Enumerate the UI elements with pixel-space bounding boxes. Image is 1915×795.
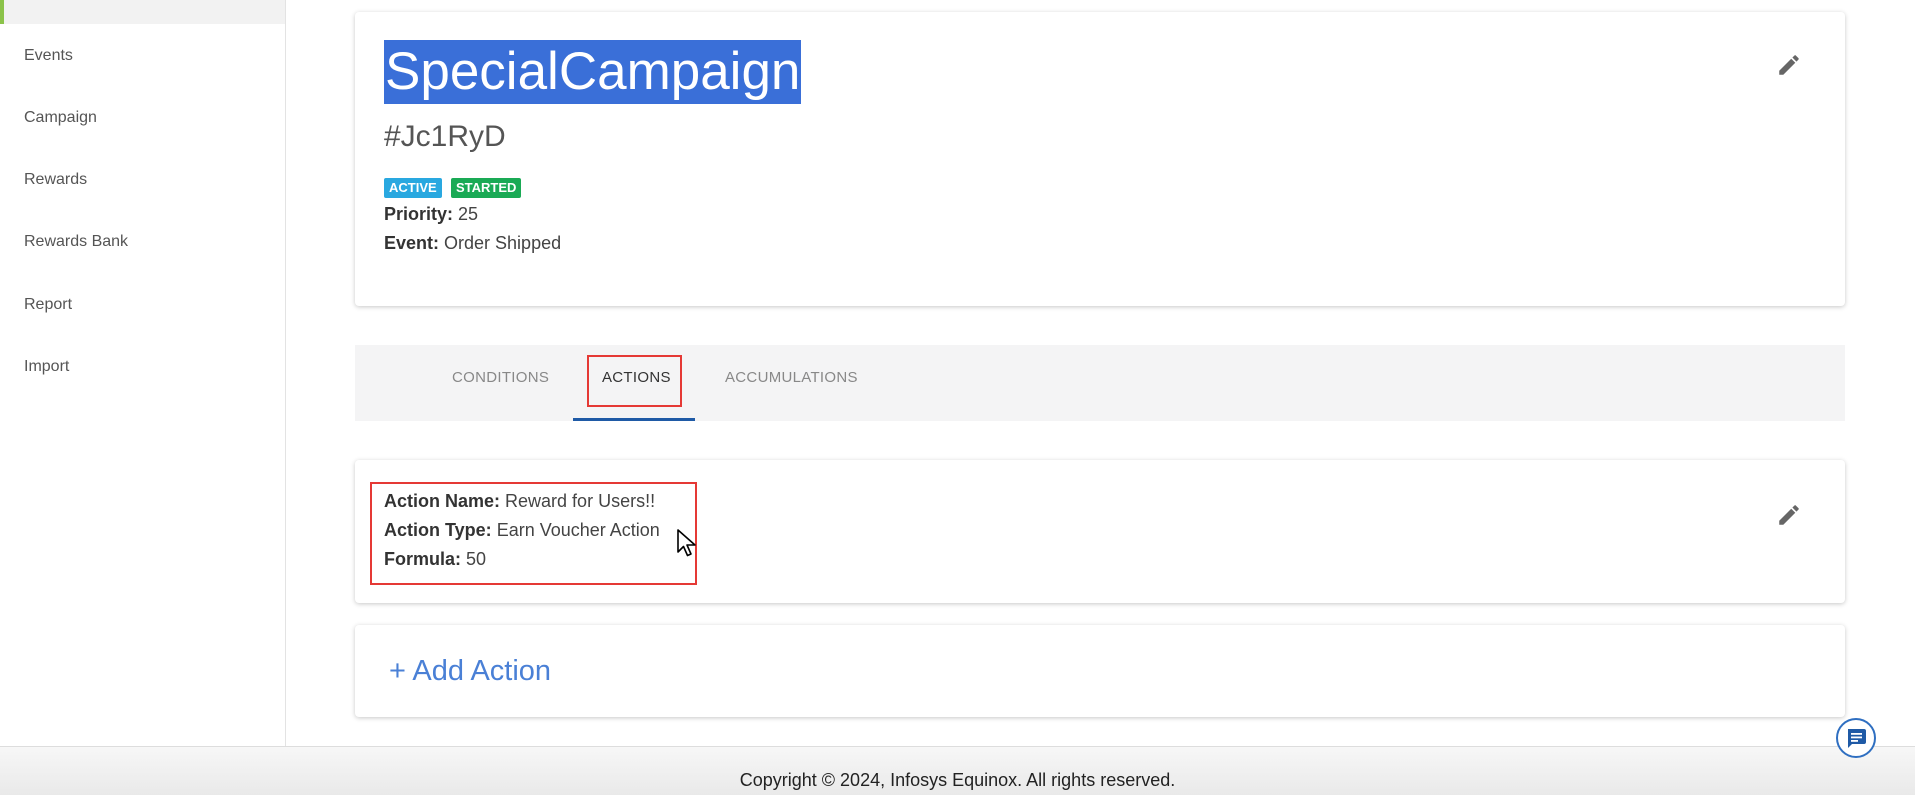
sidebar: Events Campaign Rewards Rewards Bank Rep… — [0, 0, 286, 746]
edit-action-pencil-icon[interactable] — [1776, 502, 1802, 528]
chat-button[interactable] — [1836, 718, 1876, 758]
sidebar-item-import[interactable]: Import — [24, 358, 69, 376]
copyright-text: Copyright © 2024, Infosys Equinox. All r… — [739, 770, 1176, 790]
sidebar-item-events[interactable]: Events — [24, 47, 73, 65]
event-label: Event: — [384, 233, 440, 253]
campaign-card: SpecialCampaign #Jc1RyD ACTIVE STARTED P… — [355, 12, 1845, 306]
chat-icon — [1848, 729, 1866, 748]
add-action-button[interactable]: + Add Action — [389, 655, 551, 688]
add-action-label: Add Action — [412, 655, 552, 687]
mouse-pointer-icon — [676, 528, 698, 558]
status-badge-started: STARTED — [451, 178, 522, 198]
sidebar-item-campaign[interactable]: Campaign — [24, 109, 97, 127]
tab-highlight-box — [587, 355, 682, 407]
tab-accumulations[interactable]: ACCUMULATIONS — [725, 369, 858, 386]
status-badge-active: ACTIVE — [384, 178, 442, 198]
footer: Copyright © 2024, Infosys Equinox. All r… — [0, 746, 1915, 795]
tab-conditions[interactable]: CONDITIONS — [452, 369, 549, 386]
campaign-code: #Jc1RyD — [384, 120, 506, 153]
priority-label: Priority: — [384, 204, 454, 224]
priority-value: 25 — [458, 204, 479, 224]
plus-icon: + — [389, 655, 406, 687]
action-card: Action Name: Reward for Users!! Action T… — [355, 460, 1845, 603]
add-action-card: + Add Action — [355, 625, 1845, 717]
priority-row: Priority: 25 — [384, 204, 478, 225]
sidebar-item-report[interactable]: Report — [24, 296, 72, 314]
edit-campaign-pencil-icon[interactable] — [1776, 52, 1802, 78]
tab-bar: CONDITIONS ACTIONS ACCUMULATIONS — [355, 345, 1845, 421]
sidebar-item-rewards[interactable]: Rewards — [24, 171, 87, 189]
event-row: Event: Order Shipped — [384, 233, 561, 254]
sidebar-item-active[interactable] — [0, 0, 285, 24]
event-value: Order Shipped — [444, 233, 562, 253]
action-highlight-box — [370, 482, 697, 585]
campaign-title[interactable]: SpecialCampaign — [384, 40, 802, 104]
active-tab-indicator — [573, 418, 695, 421]
sidebar-item-rewards-bank[interactable]: Rewards Bank — [24, 233, 128, 251]
